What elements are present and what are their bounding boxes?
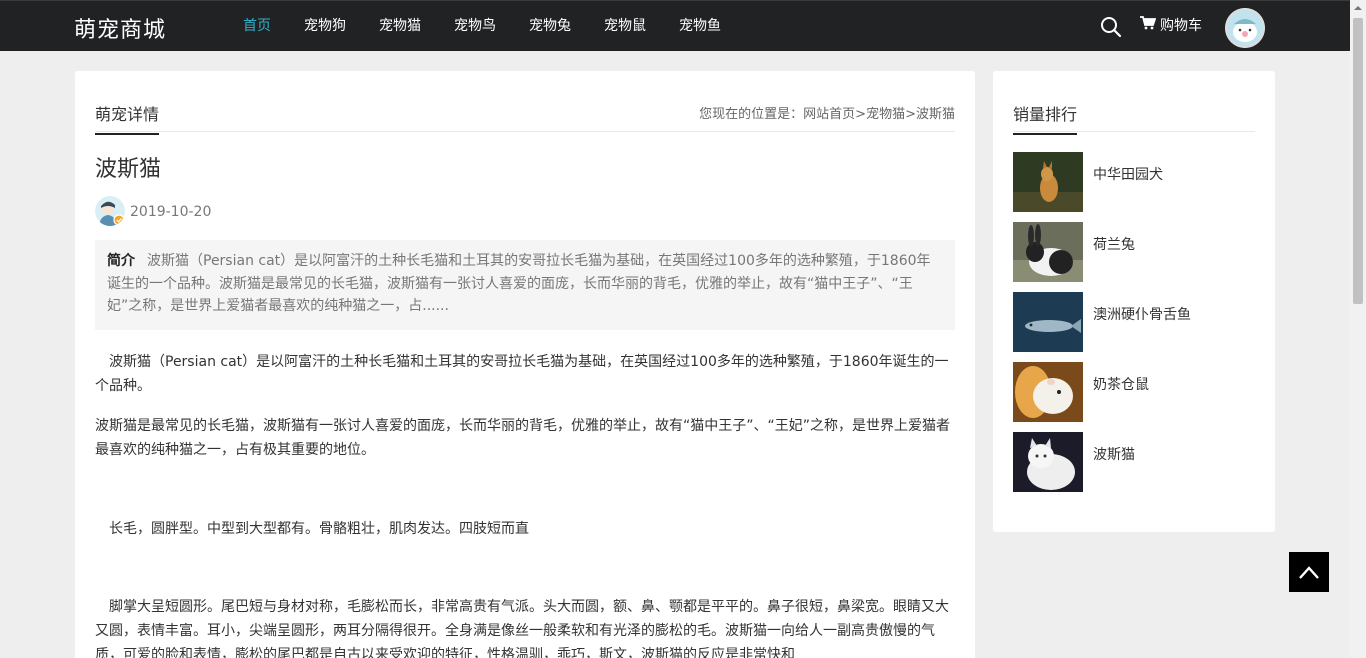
- breadcrumb-sep: >: [855, 107, 867, 122]
- rabbit-photo-icon[interactable]: [1013, 222, 1083, 282]
- nav-item-fish[interactable]: 宠物鱼: [666, 1, 734, 52]
- pet-title: 波斯猫: [95, 157, 162, 182]
- breadcrumb-prefix: 您现在的位置是：: [699, 107, 804, 122]
- cat-photo-icon[interactable]: [1013, 432, 1083, 492]
- scroll-up-icon[interactable]: [1350, 0, 1366, 16]
- hamster-photo-icon[interactable]: [1013, 362, 1083, 422]
- summary-box: 简介 波斯猫（Persian cat）是以阿富汗的土种长毛猫和土耳其的安哥拉长毛猫…: [95, 240, 955, 330]
- ranking-item[interactable]: 荷兰兔: [1013, 222, 1255, 282]
- back-to-top-button[interactable]: [1289, 552, 1329, 592]
- nav-item-dogs[interactable]: 宠物狗: [291, 1, 359, 52]
- dog-photo-icon[interactable]: [1013, 152, 1083, 212]
- ranking-item-name[interactable]: 澳洲硬仆骨舌鱼: [1093, 304, 1191, 324]
- site-brand[interactable]: 萌宠商城: [74, 12, 166, 44]
- ranking-header: 销量排行: [1013, 71, 1255, 135]
- content-paragraph: 脚掌大呈短圆形。尾巴短与身材对称，毛膨松而长，非常高贵有气派。头大而圆，额、鼻、…: [95, 599, 949, 658]
- detail-tab: 萌宠详情: [95, 101, 160, 135]
- author-avatar: [95, 196, 125, 226]
- ranking-item-name[interactable]: 中华田园犬: [1093, 164, 1163, 184]
- breadcrumb-cats[interactable]: 宠物猫: [866, 107, 905, 122]
- ranking-title: 销量排行: [1013, 101, 1078, 135]
- cart-button[interactable]: 购物车: [1140, 1, 1202, 52]
- top-navbar: 萌宠商城 首页 宠物狗 宠物猫 宠物鸟 宠物兔 宠物鼠 宠物鱼 购物车: [0, 0, 1350, 51]
- summary-label: 简介: [107, 253, 135, 269]
- scrollbar-thumb[interactable]: [1353, 18, 1363, 304]
- user-avatar[interactable]: [1225, 8, 1265, 48]
- pet-detail-card: 萌宠详情 您现在的位置是：网站首页>宠物猫>波斯猫 波斯猫 2019-10-20…: [75, 71, 975, 658]
- nav-item-home[interactable]: 首页: [230, 1, 284, 52]
- ranking-item-name[interactable]: 荷兰兔: [1093, 234, 1135, 254]
- sales-ranking-card: 销量排行 中华田园犬 荷兰兔 澳洲硬仆骨舌鱼 奶茶仓鼠 波斯猫: [993, 71, 1275, 532]
- breadcrumb-current[interactable]: 波斯猫: [916, 107, 955, 122]
- ranking-item[interactable]: 奶茶仓鼠: [1013, 362, 1255, 422]
- ranking-item[interactable]: 中华田园犬: [1013, 152, 1255, 212]
- ranking-item-name[interactable]: 奶茶仓鼠: [1093, 374, 1149, 394]
- content-paragraph: 波斯猫是最常见的长毛猫，波斯猫有一张讨人喜爱的面庞，长而华丽的背毛，优雅的举止，…: [95, 418, 951, 458]
- ranking-item[interactable]: 波斯猫: [1013, 432, 1255, 492]
- publish-date: 2019-10-20: [130, 204, 212, 220]
- search-icon[interactable]: [1100, 16, 1122, 38]
- breadcrumb-home[interactable]: 网站首页: [803, 107, 855, 122]
- breadcrumb-sep: >: [905, 107, 916, 122]
- summary-text: 波斯猫（Persian cat）是以阿富汗的土种长毛猫和土耳其的安哥拉长毛猫为基…: [107, 253, 931, 314]
- ranking-item-name[interactable]: 波斯猫: [1093, 444, 1135, 464]
- page-scrollbar[interactable]: [1350, 0, 1366, 658]
- main-nav: 首页 宠物狗 宠物猫 宠物鸟 宠物兔 宠物鼠 宠物鱼: [230, 1, 741, 52]
- fish-photo-icon[interactable]: [1013, 292, 1083, 352]
- cart-label: 购物车: [1160, 18, 1202, 34]
- cart-icon: [1140, 1, 1157, 52]
- nav-item-rabbits[interactable]: 宠物兔: [516, 1, 584, 52]
- detail-card-header: 萌宠详情 您现在的位置是：网站首页>宠物猫>波斯猫: [95, 71, 955, 135]
- nav-item-cats[interactable]: 宠物猫: [366, 1, 434, 52]
- nav-item-birds[interactable]: 宠物鸟: [441, 1, 509, 52]
- ranking-item[interactable]: 澳洲硬仆骨舌鱼: [1013, 292, 1255, 352]
- chevron-up-icon: [1299, 566, 1319, 579]
- nav-item-mice[interactable]: 宠物鼠: [591, 1, 659, 52]
- content-paragraph: 长毛，圆胖型。中型到大型都有。骨骼粗壮，肌肉发达。四肢短而直: [95, 521, 529, 537]
- content-paragraph: 波斯猫（Persian cat）是以阿富汗的土种长毛猫和土耳其的安哥拉长毛猫为基…: [95, 354, 949, 394]
- breadcrumb: 您现在的位置是：网站首页>宠物猫>波斯猫: [699, 103, 955, 122]
